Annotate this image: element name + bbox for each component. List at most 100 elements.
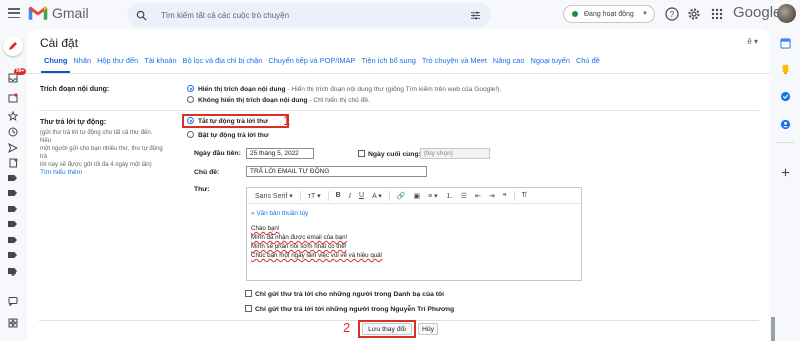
first-day-input[interactable]: 25 tháng 5, 2022	[246, 148, 314, 159]
gmail-m-icon	[28, 6, 48, 20]
tab-inbox[interactable]: Hộp thư đến	[94, 54, 141, 73]
tab-advanced[interactable]: Nâng cao	[490, 54, 528, 73]
vacation-on-label: Bật tự động trả lời thư	[198, 132, 269, 139]
font-family-select[interactable]: Sans Serif ▾	[251, 192, 297, 200]
chat-icon[interactable]	[8, 296, 18, 306]
right-side-panel	[771, 30, 800, 341]
toolbar-divider	[513, 190, 515, 201]
hide-snippets-radio[interactable]	[187, 96, 194, 103]
indent-less-icon[interactable]: ⇤	[471, 192, 485, 200]
annotation-step-2: 2	[343, 320, 351, 335]
search-input[interactable]: Tìm kiếm tất cả các cuộc trò chuyện	[161, 11, 470, 20]
underline-icon[interactable]: U	[355, 192, 368, 199]
bold-icon[interactable]: B	[332, 192, 345, 199]
link-icon[interactable]: 🔗	[393, 192, 410, 200]
apps-grid-icon[interactable]	[710, 7, 724, 21]
tab-themes[interactable]: Chủ đề	[573, 54, 603, 73]
contacts-icon[interactable]	[780, 119, 791, 130]
snoozed-inbox-icon[interactable]	[8, 93, 18, 103]
toolbar-divider	[327, 190, 329, 201]
keep-icon[interactable]	[780, 64, 791, 75]
message-body-line: Chúc bạn một ngày làm việc vui vẻ và hiệ…	[251, 252, 383, 259]
tab-accounts[interactable]: Tài khoản	[141, 54, 179, 73]
vacation-on-option[interactable]: Bật tự động trả lời thư	[187, 131, 269, 139]
draft-icon[interactable]	[8, 158, 18, 168]
top-bar: Gmail Tìm kiếm tất cả các cuộc trò chuyệ…	[0, 0, 800, 30]
text-color-icon[interactable]: A ▾	[368, 192, 386, 200]
message-body-line: Mình đã nhận được email của bạn!	[251, 234, 348, 241]
remove-formatting-icon[interactable]: T̸	[518, 192, 530, 199]
cancel-button[interactable]: Hủy	[418, 323, 438, 335]
font-size-icon[interactable]: тT ▾	[304, 192, 325, 200]
label-icon[interactable]	[8, 206, 17, 212]
vacation-desc-line: (gửi thư trả lời tự động cho tất cả thư …	[40, 130, 153, 144]
last-day-option[interactable]: Ngày cuối cùng:	[358, 150, 421, 158]
tab-general[interactable]: Chung	[41, 54, 71, 73]
gmail-wordmark: Gmail	[52, 5, 89, 21]
message-editor[interactable]: Sans Serif ▾ тT ▾ B I U A ▾ 🔗 ▣ ≡ ▾ ⒈ ☰ …	[246, 187, 582, 281]
add-addon-icon[interactable]	[780, 167, 791, 178]
font-family-value: Sans Serif	[255, 192, 288, 200]
save-changes-button[interactable]: Lưu thay đổi	[362, 323, 412, 335]
label-icon[interactable]	[8, 221, 17, 227]
indent-more-icon[interactable]: ⇥	[485, 192, 499, 200]
calendar-icon[interactable]	[780, 38, 791, 49]
status-selector[interactable]: Đang hoạt động ▼	[563, 5, 655, 23]
contacts-only-checkbox[interactable]	[245, 290, 252, 297]
align-icon[interactable]: ≡ ▾	[424, 192, 442, 200]
tab-chat-meet[interactable]: Trò chuyện và Meet	[419, 54, 490, 73]
domain-only-checkbox[interactable]	[245, 305, 252, 312]
tab-forwarding[interactable]: Chuyển tiếp và POP/IMAP	[265, 54, 358, 73]
label-icon[interactable]	[8, 237, 17, 243]
last-day-input[interactable]: (tùy chọn)	[420, 148, 490, 159]
gmail-logo[interactable]: Gmail	[28, 5, 89, 21]
status-dot-icon	[572, 11, 578, 17]
google-wordmark[interactable]: Google	[733, 4, 781, 21]
contacts-only-option[interactable]: Chỉ gửi thư trả lời cho những người tron…	[245, 290, 444, 298]
last-day-checkbox[interactable]	[358, 150, 365, 157]
label-icon[interactable]	[8, 175, 17, 181]
vacation-desc-line: một người gửi cho bạn nhiều thư, thư tự …	[40, 146, 163, 160]
vacation-off-option[interactable]: Tắt tự động trả lời thư	[187, 117, 268, 125]
show-snippets-radio[interactable]	[187, 85, 194, 92]
snippets-label: Trích đoạn nội dung:	[40, 86, 110, 93]
label-icon[interactable]	[8, 190, 17, 196]
subject-input[interactable]: TRẢ LỜI EMAIL TỰ ĐỘNG	[246, 166, 427, 177]
tab-filters[interactable]: Bộ lọc và địa chỉ bị chặn	[180, 54, 266, 73]
right-panel-divider	[777, 142, 794, 143]
label-icon[interactable]	[8, 252, 17, 258]
help-icon[interactable]: ?	[665, 7, 679, 21]
italic-icon[interactable]: I	[345, 192, 355, 200]
vacation-on-radio[interactable]	[187, 131, 194, 138]
input-tools-toggle[interactable]: ê ▾	[747, 37, 758, 46]
account-avatar[interactable]	[777, 4, 796, 23]
star-icon[interactable]	[8, 111, 18, 121]
bulleted-list-icon[interactable]: ☰	[457, 192, 471, 200]
search-icon[interactable]	[136, 10, 147, 21]
tasks-icon[interactable]	[780, 91, 791, 102]
search-options-icon[interactable]	[470, 10, 481, 21]
show-snippets-option[interactable]: Hiển thị trích đoạn nội dung - Hiển thị …	[187, 85, 501, 93]
plain-text-link[interactable]: « Văn bản thuần túy	[251, 210, 308, 217]
compose-button[interactable]	[3, 36, 23, 56]
numbered-list-icon[interactable]: ⒈	[442, 191, 457, 201]
settings-gear-icon[interactable]	[687, 7, 701, 21]
tab-offline[interactable]: Ngoại tuyến	[528, 54, 573, 73]
learn-more-link[interactable]: Tìm hiểu thêm	[40, 169, 165, 177]
message-label: Thư:	[194, 186, 210, 193]
quote-icon[interactable]: ❝	[499, 192, 511, 200]
vacation-off-radio[interactable]	[187, 117, 194, 124]
send-icon[interactable]	[8, 143, 18, 153]
clock-icon[interactable]	[8, 127, 18, 137]
spaces-icon[interactable]	[8, 318, 18, 328]
domain-only-option[interactable]: Chỉ gửi thư trả lời tới những người tron…	[245, 305, 454, 313]
annotation-step-1: 1	[283, 113, 291, 128]
more-chevron-down-icon[interactable]	[8, 269, 18, 279]
search-bar[interactable]: Tìm kiếm tất cả các cuộc trò chuyện	[127, 3, 491, 27]
main-menu-icon[interactable]	[8, 8, 20, 18]
tab-labels[interactable]: Nhãn	[70, 54, 94, 73]
vacation-desc-line: lời này sẽ được gửi tối đa 4 ngày một lầ…	[40, 162, 152, 168]
image-icon[interactable]: ▣	[410, 192, 425, 200]
hide-snippets-option[interactable]: Không hiển thị trích đoạn nội dung - Chỉ…	[187, 96, 370, 104]
tab-addons[interactable]: Tiện ích bổ sung	[358, 54, 418, 73]
